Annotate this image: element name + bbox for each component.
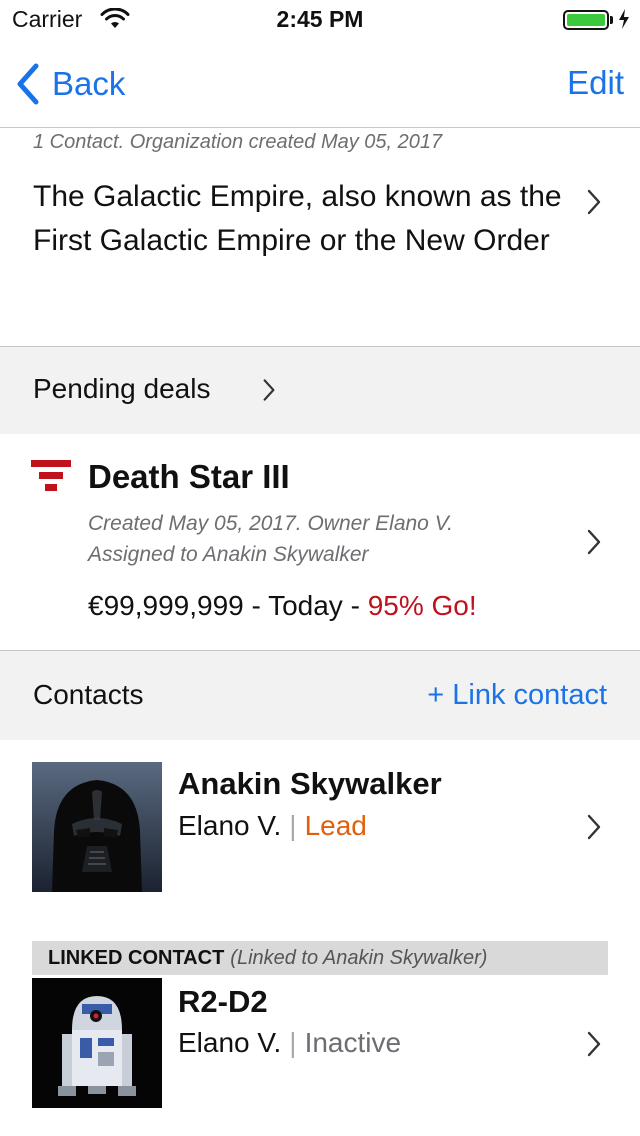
chevron-right-icon[interactable]: [586, 528, 602, 556]
avatar[interactable]: [32, 978, 162, 1108]
contact-stage: Lead: [304, 810, 367, 841]
charging-bolt-icon: [619, 9, 629, 29]
organization-description[interactable]: The Galactic Empire, also known as the F…: [33, 175, 563, 263]
pending-deals-label: Pending deals: [33, 373, 211, 404]
deal-amount: €99,999,999 - Today -: [88, 590, 368, 621]
contact-owner: Elano V.: [178, 810, 282, 841]
linked-contact-subtitle: (Linked to Anakin Skywalker): [230, 946, 488, 969]
chevron-right-icon[interactable]: [586, 813, 602, 841]
deal-meta-assigned: Assigned to Anakin Skywalker: [88, 543, 369, 566]
contact-name[interactable]: R2-D2: [178, 984, 268, 1020]
battery-tip: [610, 16, 613, 24]
darth-vader-avatar: [32, 762, 162, 892]
link-contact-button[interactable]: + Link contact: [427, 679, 607, 712]
deal-probability: 95% Go!: [367, 590, 477, 621]
contact-owner: Elano V.: [178, 1027, 282, 1058]
edit-button[interactable]: Edit: [567, 64, 624, 102]
contact-details: Elano V. | Inactive: [178, 1027, 401, 1059]
contacts-label: Contacts: [33, 679, 144, 710]
chevron-right-icon[interactable]: [586, 188, 602, 216]
chevron-right-icon[interactable]: [262, 377, 276, 403]
empire-emblem-icon: [31, 460, 71, 491]
chevron-right-icon[interactable]: [586, 1030, 602, 1058]
avatar[interactable]: [32, 762, 162, 892]
battery-icon: [563, 10, 609, 30]
deal-meta-created: Created May 05, 2017. Owner Elano V.: [88, 512, 453, 535]
contact-name[interactable]: Anakin Skywalker: [178, 766, 442, 802]
back-label: Back: [52, 65, 126, 102]
deal-meta: Created May 05, 2017. Owner Elano V. Ass…: [88, 508, 453, 570]
contact-stage: Inactive: [304, 1027, 402, 1058]
chevron-left-icon: [17, 63, 39, 105]
status-time: 2:45 PM: [276, 6, 364, 32]
deal-title[interactable]: Death Star III: [88, 458, 290, 496]
linked-contact-title: LINKED CONTACT: [48, 946, 225, 969]
contact-details: Elano V. | Lead: [178, 810, 367, 842]
separator: |: [289, 1027, 297, 1058]
separator: |: [289, 810, 297, 841]
back-button[interactable]: Back: [14, 62, 125, 106]
linked-contact-banner: LINKED CONTACT (Linked to Anakin Skywalk…: [32, 941, 608, 975]
r2d2-avatar: [32, 978, 162, 1108]
deal-amount-line: €99,999,999 - Today - 95% Go!: [88, 590, 477, 622]
organization-meta: 1 Contact. Organization created May 05, …: [33, 131, 443, 153]
